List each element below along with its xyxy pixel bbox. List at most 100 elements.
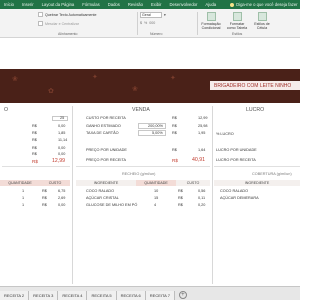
tab-revisao[interactable]: Revisão bbox=[128, 2, 143, 7]
recipe-title: BRIGADEIRO COM LEITE NINHO bbox=[210, 81, 300, 90]
currency-label: R$ bbox=[32, 131, 37, 135]
venda-label: PREÇO POR UNIDADE bbox=[86, 148, 127, 152]
sheet-tab[interactable]: RECEITA 5 bbox=[87, 291, 117, 300]
currency-label: R$ bbox=[172, 131, 177, 135]
tell-me-text: Diga-me o que você deseja fazer bbox=[236, 2, 298, 7]
venda-value: 1,95 bbox=[198, 131, 206, 135]
ingredient-name: COCO RALADO bbox=[86, 189, 115, 193]
conditional-formatting-label: Formatação Condicional bbox=[201, 22, 221, 30]
ingredient-name: GLUCOSE DE MILHO EM PÓ bbox=[86, 203, 138, 207]
ingredient-cost: 0,56 bbox=[198, 189, 206, 193]
cost-value: 25 bbox=[60, 116, 65, 120]
star-icon: ✦ bbox=[170, 75, 176, 82]
venda-label: PREÇO POR RECEITA bbox=[86, 158, 127, 162]
col-quantity-header: QUANTIDADE bbox=[136, 180, 176, 186]
sheet-tab[interactable]: RECEITA 2 bbox=[0, 291, 30, 300]
ingredient-name: AÇÚCAR DEMERARA bbox=[220, 196, 259, 200]
currency-label: R$ bbox=[32, 146, 37, 150]
ingredient-name: AÇÚCAR CRISTAL bbox=[86, 196, 119, 200]
recheio-head: RECHEIO (g/ml/un) bbox=[122, 172, 156, 176]
sheet-tab[interactable]: RECEITA 4 bbox=[58, 291, 88, 300]
ingredient-qty: 1 bbox=[22, 189, 25, 193]
flower-icon: ❀ bbox=[132, 86, 138, 93]
number-group-label: Número bbox=[150, 32, 163, 36]
tab-formulas[interactable]: Fórmulas bbox=[82, 2, 99, 7]
add-sheet-button[interactable]: + bbox=[178, 291, 187, 299]
tab-exibir[interactable]: Exibir bbox=[151, 2, 161, 7]
cell-styles-button[interactable]: Estilos de Célula bbox=[252, 12, 272, 30]
ribbon-tab-bar: Início Inserir Layout da Página Fórmulas… bbox=[0, 0, 300, 9]
cost-value: 1,85 bbox=[58, 131, 66, 135]
ingredient-cost: 0,00 bbox=[58, 203, 66, 207]
col-ingredient-header: INGREDIENTE bbox=[214, 180, 300, 186]
sheet-tab[interactable]: RECEITA 6 bbox=[116, 291, 146, 300]
tab-dados[interactable]: Dados bbox=[108, 2, 120, 7]
tab-inicio[interactable]: Início bbox=[4, 2, 14, 7]
venda-label: GANHO ESTIMADO bbox=[86, 124, 121, 128]
ingredient-cost: 6,75 bbox=[58, 189, 66, 193]
currency-label: R$ bbox=[172, 148, 177, 152]
merge-center-button[interactable]: Mesclar e Centralizar bbox=[38, 21, 79, 26]
currency-label: R$ bbox=[172, 116, 177, 120]
venda-value: 12,99 bbox=[198, 116, 208, 120]
format-as-table-button[interactable]: Formatar como Tabela bbox=[226, 12, 248, 30]
venda-percent: 5,00% bbox=[152, 131, 163, 135]
venda-percent: 200,00% bbox=[148, 124, 163, 128]
col-cost-header: CUSTO bbox=[40, 180, 70, 186]
wrap-text-label: Quebrar Texto Automaticamente bbox=[45, 12, 97, 17]
ingredient-cost: 0,20 bbox=[198, 203, 206, 207]
wrap-text-button[interactable]: Quebrar Texto Automaticamente bbox=[38, 12, 96, 17]
ingredient-qty: 1 bbox=[22, 196, 25, 200]
flower-icon: ✿ bbox=[48, 88, 54, 95]
alignment-group-label: Alinhamento bbox=[58, 32, 78, 36]
percent-icon: % bbox=[144, 21, 148, 25]
sheet-tab[interactable]: RECEITA 7 bbox=[145, 291, 175, 300]
col-cost-header: CUSTO bbox=[176, 180, 210, 186]
section-divider bbox=[76, 166, 210, 167]
venda-label: CUSTO POR RECEITA bbox=[86, 116, 126, 120]
tell-me-box[interactable]: Diga-me o que você deseja fazer bbox=[230, 2, 298, 7]
currency-label: R$ bbox=[42, 203, 47, 207]
column-divider bbox=[72, 106, 73, 284]
cost-value: 0,00 bbox=[58, 152, 66, 156]
ingredient-cost: 2,69 bbox=[58, 196, 66, 200]
styles-group-label: Estilos bbox=[232, 32, 243, 36]
venda-value: 25,98 bbox=[198, 124, 208, 128]
currency-label: R$ bbox=[178, 196, 183, 200]
lucro-label: % LUCRO bbox=[216, 132, 234, 136]
cost-value: 11,14 bbox=[58, 138, 68, 142]
sheet-tab[interactable]: RECEITA 3 bbox=[29, 291, 59, 300]
currency-label: R$ bbox=[178, 189, 183, 193]
chevron-down-icon: ▾ bbox=[164, 13, 166, 17]
number-format-buttons[interactable]: $ % 000 bbox=[140, 21, 155, 25]
format-as-table-label: Formatar como Tabela bbox=[226, 22, 248, 30]
ribbon-separator bbox=[137, 12, 138, 35]
lucro-panel-head: LUCRO bbox=[246, 107, 265, 113]
cost-value: 0,00 bbox=[58, 124, 66, 128]
tab-inserir[interactable]: Inserir bbox=[22, 2, 34, 7]
star-icon: ✦ bbox=[92, 74, 98, 81]
ingredient-qty: 10 bbox=[154, 189, 159, 193]
currency-label: R$ bbox=[32, 124, 37, 128]
currency-label: R$ bbox=[178, 203, 183, 207]
conditional-formatting-button[interactable]: Formatação Condicional bbox=[200, 12, 222, 30]
ingredient-qty: 1 bbox=[22, 203, 25, 207]
lucro-label: LUCRO POR RECEITA bbox=[216, 158, 256, 162]
price-per-recipe-value: 40,91 bbox=[192, 157, 205, 163]
currency-label: R$ bbox=[32, 138, 37, 142]
lucro-label: LUCRO POR UNIDADE bbox=[216, 148, 257, 152]
ribbon: Quebrar Texto Automaticamente Mesclar e … bbox=[0, 9, 300, 38]
cost-value: 0,00 bbox=[58, 146, 66, 150]
wrap-text-icon bbox=[38, 12, 43, 17]
currency-label: R$ bbox=[172, 124, 177, 128]
tab-ajuda[interactable]: Ajuda bbox=[205, 2, 216, 7]
cost-panel-head: O bbox=[4, 107, 9, 113]
venda-panel-head: VENDA bbox=[132, 107, 150, 113]
total-cost-value: 12,99 bbox=[52, 158, 65, 164]
cobertura-head: COBERTURA (g/ml/un) bbox=[252, 172, 292, 176]
number-format-select[interactable]: Geral ▾ bbox=[140, 12, 166, 18]
tab-desenvolvedor[interactable]: Desenvolvedor bbox=[169, 2, 197, 7]
tab-layout[interactable]: Layout da Página bbox=[42, 2, 75, 7]
lightbulb-icon bbox=[230, 2, 235, 7]
sheet-tab-bar: RECEITA 2 RECEITA 3 RECEITA 4 RECEITA 5 … bbox=[0, 286, 300, 300]
